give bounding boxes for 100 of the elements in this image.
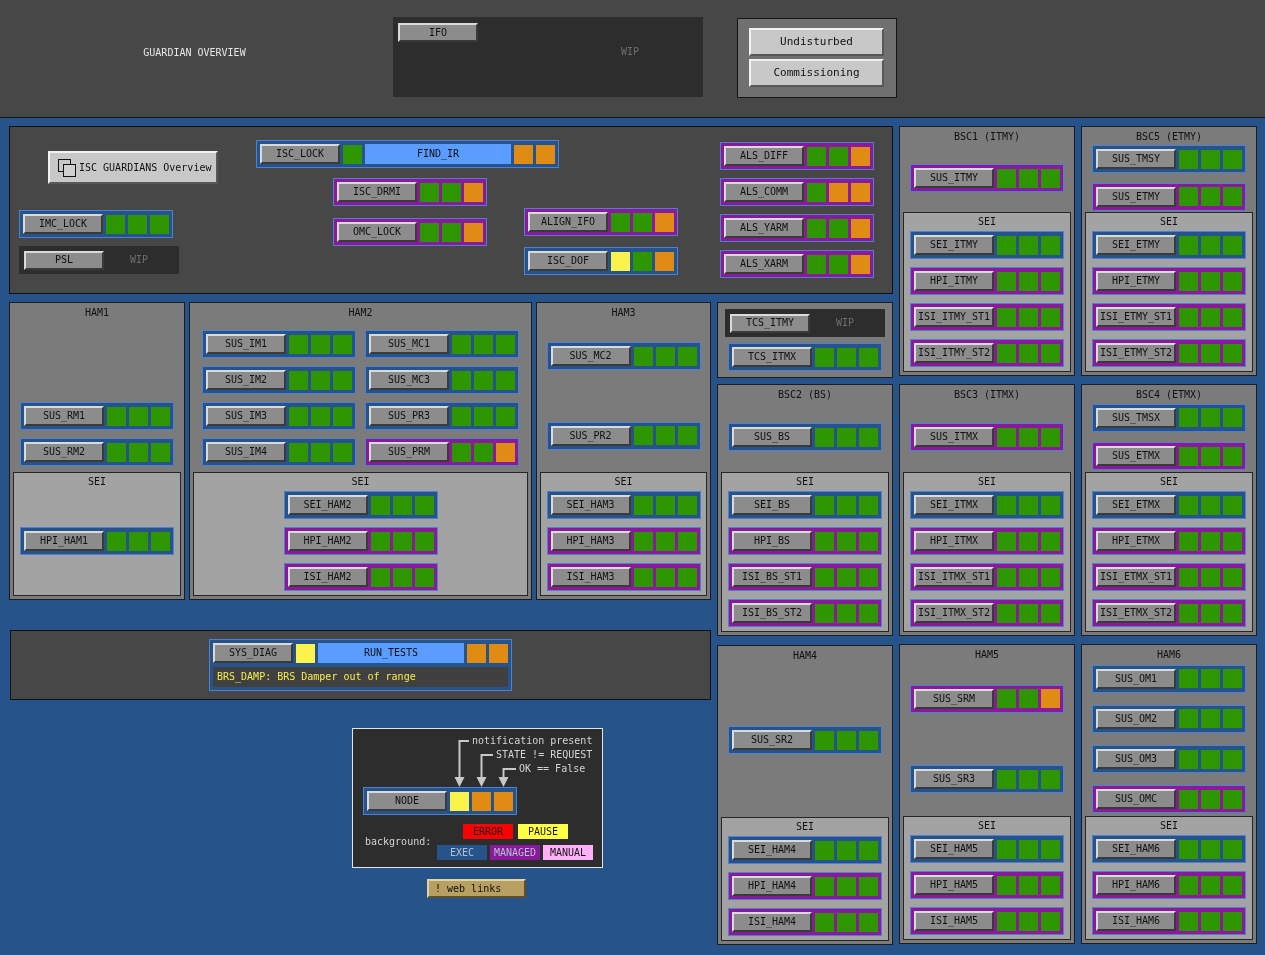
node-button[interactable]: ISI_ITMX_ST1 [914, 567, 994, 587]
chamber-title: BSC3 (ITMX) [952, 388, 1022, 402]
node-button[interactable]: SEI_ETMY [1096, 235, 1176, 255]
node-button[interactable]: PSL [24, 250, 104, 270]
node-button[interactable]: SUS_OM1 [1096, 668, 1176, 689]
node-button[interactable]: SUS_TMSX [1096, 407, 1176, 428]
node-button[interactable]: HPI_BS [732, 531, 812, 551]
node-button[interactable]: SUS_BS [732, 427, 812, 447]
node-button[interactable]: ALS_YARM [724, 218, 804, 238]
node-button[interactable]: SUS_SR3 [914, 769, 994, 790]
node-button[interactable]: ISI_HAM3 [550, 567, 631, 587]
node-button[interactable]: SUS_ETMX [1096, 446, 1176, 467]
node-button[interactable]: IMC_LOCK [23, 214, 103, 234]
node-button[interactable]: ISI_HAM5 [914, 911, 994, 931]
chamber-title: HAM6 [1155, 648, 1183, 662]
node-button[interactable]: SUS_IM3 [206, 406, 286, 426]
node-button[interactable]: HPI_HAM5 [914, 875, 994, 895]
chamber-title: HAM2 [347, 306, 374, 320]
node-button[interactable]: SEI_BS [732, 495, 812, 515]
sei-title: SEI [795, 820, 815, 834]
node-button[interactable]: SUS_MC3 [369, 370, 449, 390]
node-button[interactable]: ISI_ITMX_ST2 [914, 603, 994, 623]
node-button[interactable]: ISI_HAM6 [1096, 911, 1176, 931]
node-button[interactable]: ALS_DIFF [724, 146, 804, 166]
chamber-title: HAM4 [791, 649, 819, 663]
node-button[interactable]: SYS_DIAG [213, 643, 293, 663]
leader-arrow [476, 754, 494, 787]
node-button[interactable]: SEI_HAM5 [914, 839, 994, 859]
node-button[interactable]: SEI_HAM3 [550, 495, 631, 515]
node-button[interactable]: ALIGN_IFO [528, 212, 608, 232]
legend-note: notification present [472, 735, 593, 747]
mode-button[interactable]: Commissioning [749, 59, 884, 87]
sei-title: SEI [977, 475, 997, 489]
node-button[interactable]: SEI_HAM6 [1096, 839, 1176, 859]
node-button[interactable]: ISC_DRMI [337, 182, 417, 202]
node-button[interactable]: ISI_ETMY_ST1 [1096, 307, 1176, 327]
node-button[interactable]: SUS_OM2 [1096, 708, 1176, 729]
node-button[interactable]: HPI_HAM6 [1096, 875, 1176, 895]
legend-swatch: PAUSE [518, 824, 568, 839]
overview-button[interactable]: ISC GUARDIANS Overview [48, 151, 218, 184]
node-button[interactable]: ISC_LOCK [260, 144, 340, 164]
node-button[interactable]: SEI_HAM2 [287, 495, 368, 515]
node-button[interactable]: SEI_HAM4 [732, 840, 812, 860]
notification-message: BRS_DAMP: BRS Damper out of range [213, 667, 508, 687]
wip-label: WIP [128, 254, 150, 266]
node-button[interactable]: SUS_OM3 [1096, 749, 1176, 770]
node-button[interactable]: SUS_ETMY [1096, 186, 1176, 207]
node-button[interactable]: SUS_IM1 [206, 334, 286, 354]
sei-title: SEI [1159, 475, 1179, 489]
node-button[interactable]: ALS_COMM [724, 182, 804, 202]
node-button[interactable]: HPI_ETMX [1096, 531, 1176, 551]
node-button[interactable]: ALS_XARM [724, 254, 804, 274]
node-button[interactable]: HPI_HAM4 [732, 876, 812, 896]
node-button[interactable]: HPI_HAM2 [287, 531, 368, 551]
node-button[interactable]: SUS_IM2 [206, 370, 286, 390]
node-button[interactable]: SUS_PR2 [550, 425, 631, 446]
node-button[interactable]: ISC_DOF [528, 251, 608, 271]
node-button[interactable]: HPI_HAM1 [24, 531, 104, 551]
leader-arrow [454, 740, 470, 787]
node-button[interactable]: SUS_RM1 [24, 406, 104, 426]
node-button[interactable]: HPI_ETMY [1096, 271, 1176, 291]
node-button[interactable]: SUS_SR2 [732, 730, 812, 750]
node-button[interactable]: ISI_ETMX_ST1 [1096, 567, 1176, 587]
web-links-button[interactable]: ! web links [427, 879, 526, 898]
node-button[interactable]: ISI_BS_ST2 [732, 603, 812, 623]
node-button[interactable]: HPI_ITMX [914, 531, 994, 551]
node-button[interactable]: SEI_ITMY [914, 235, 994, 255]
node-button[interactable]: HPI_ITMY [914, 271, 994, 291]
node-button[interactable]: SUS_MC1 [369, 334, 449, 354]
node-button[interactable]: ISI_ETMX_ST2 [1096, 603, 1176, 623]
node-button[interactable]: NODE [367, 791, 447, 811]
chamber-title: HAM5 [973, 648, 1001, 662]
node-button[interactable]: ISI_HAM4 [732, 912, 812, 932]
node-button[interactable]: ISI_ITMY_ST2 [914, 343, 994, 363]
wip-label: WIP [834, 317, 856, 329]
node-button[interactable]: SUS_PR3 [369, 406, 449, 426]
node-button[interactable]: ISI_HAM2 [287, 567, 368, 587]
node-button[interactable]: SUS_SRM [914, 688, 994, 709]
node-button[interactable]: TCS_ITMX [732, 347, 812, 367]
node-button[interactable]: SEI_ITMX [914, 495, 994, 515]
leader-arrow [498, 768, 517, 787]
node-button[interactable]: SUS_IM4 [206, 442, 286, 462]
node-button[interactable]: ISI_ITMY_ST1 [914, 307, 994, 327]
chamber-title: HAM1 [83, 306, 111, 320]
node-button[interactable]: ISI_ETMY_ST2 [1096, 343, 1176, 363]
node-button[interactable]: OMC_LOCK [337, 222, 417, 242]
node-button[interactable]: ISI_BS_ST1 [732, 567, 812, 587]
node-button[interactable]: TCS_ITMY [730, 313, 810, 333]
node-button[interactable]: SUS_TMSY [1096, 149, 1176, 170]
node-button[interactable]: SEI_ETMX [1096, 495, 1176, 515]
node-button[interactable]: IFO [398, 23, 478, 42]
node-button[interactable]: SUS_PRM [369, 442, 449, 462]
node-button[interactable]: SUS_ITMX [914, 427, 994, 447]
node-button[interactable]: SUS_RM2 [24, 442, 104, 462]
node-button[interactable]: SUS_ITMY [914, 168, 994, 188]
legend-swatch: ERROR [463, 824, 513, 839]
node-button[interactable]: SUS_MC2 [550, 346, 631, 367]
mode-button[interactable]: Undisturbed [749, 28, 884, 56]
node-button[interactable]: SUS_OMC [1096, 789, 1176, 810]
node-button[interactable]: HPI_HAM3 [550, 531, 631, 551]
